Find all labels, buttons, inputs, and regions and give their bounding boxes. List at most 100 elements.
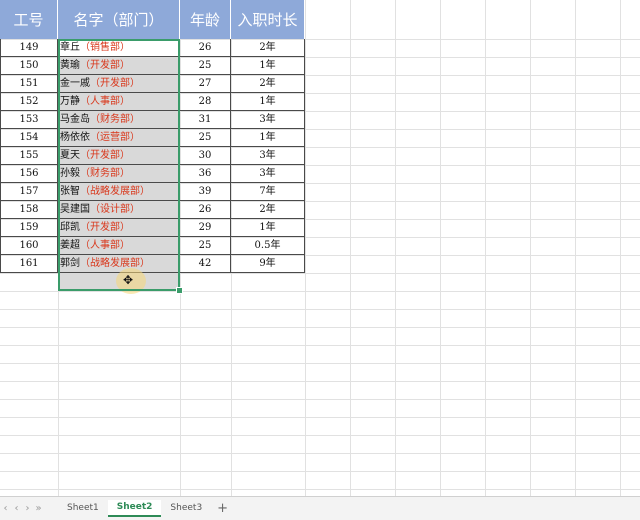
cell-id[interactable]: 159 (0, 219, 58, 237)
employee-name: 孙毅 (60, 168, 80, 179)
cell-tenure[interactable]: 1年 (231, 219, 305, 237)
gridline-horizontal (0, 327, 640, 328)
cell-age[interactable]: 27 (180, 75, 231, 93)
cell-name[interactable]: 张智（战略发展部） (58, 183, 180, 201)
cell-id[interactable]: 155 (0, 147, 58, 165)
table-row: 154 杨依依（运营部） 25 1年 (0, 129, 305, 147)
cell-age[interactable]: 31 (180, 111, 231, 129)
employee-name: 吴建国 (60, 204, 90, 215)
department-label: （开发部） (90, 78, 140, 89)
cell-tenure[interactable]: 2年 (231, 201, 305, 219)
department-label: （战略发展部） (80, 186, 150, 197)
cell-name[interactable]: 郭剑（战略发展部） (58, 255, 180, 273)
cell-id[interactable]: 150 (0, 57, 58, 75)
table-header: 工号 名字（部门） 年龄 入职时长 (0, 0, 305, 39)
cell-name[interactable]: 万静（人事部） (58, 93, 180, 111)
table-row: 155 夏天（开发部） 30 3年 (0, 147, 305, 165)
prev-sheet-icon[interactable]: ‹ (11, 503, 22, 514)
employee-name: 黄瑜 (60, 60, 80, 71)
department-label: （开发部） (80, 60, 130, 71)
table-row: 156 孙毅（财务部） 36 3年 (0, 165, 305, 183)
cell-name[interactable]: 马金岛（财务部） (58, 111, 180, 129)
table-row: 152 万静（人事部） 28 1年 (0, 93, 305, 111)
department-label: （运营部） (90, 132, 140, 143)
cell-id[interactable]: 152 (0, 93, 58, 111)
cell-age[interactable]: 39 (180, 183, 231, 201)
cell-name[interactable]: 黄瑜（开发部） (58, 57, 180, 75)
cell-name[interactable]: 孙毅（财务部） (58, 165, 180, 183)
cell-id[interactable]: 151 (0, 75, 58, 93)
cell-tenure[interactable]: 2年 (231, 75, 305, 93)
department-label: （财务部） (90, 114, 140, 125)
cell-age[interactable]: 30 (180, 147, 231, 165)
gridline-horizontal (0, 471, 640, 472)
header-name[interactable]: 名字（部门） (58, 0, 180, 39)
employee-name: 姜超 (60, 240, 80, 251)
sheet-tab-sheet1[interactable]: Sheet1 (58, 501, 108, 516)
cell-tenure[interactable]: 2年 (231, 39, 305, 57)
cell-name[interactable]: 姜超（人事部） (58, 237, 180, 255)
cell-age[interactable]: 25 (180, 57, 231, 75)
sheet-tab-sheet3[interactable]: Sheet3 (161, 501, 211, 516)
cell-tenure[interactable]: 3年 (231, 165, 305, 183)
gridline-horizontal (0, 489, 640, 490)
cell-id[interactable]: 160 (0, 237, 58, 255)
cell-age[interactable]: 25 (180, 237, 231, 255)
first-sheet-icon[interactable]: ‹ (0, 503, 11, 514)
cell-age[interactable]: 42 (180, 255, 231, 273)
cell-tenure[interactable]: 1年 (231, 57, 305, 75)
cell-tenure[interactable]: 3年 (231, 111, 305, 129)
department-label: （销售部） (80, 42, 130, 53)
table-row: 151 金一戚（开发部） 27 2年 (0, 75, 305, 93)
cell-name[interactable]: 夏天（开发部） (58, 147, 180, 165)
cell-id[interactable]: 149 (0, 39, 58, 57)
cell-name[interactable]: 章丘（销售部） (58, 39, 180, 57)
spreadsheet-grid[interactable]: 工号 名字（部门） 年龄 入职时长 149 章丘（销售部） 26 2年 150 黄瑜（开发部） 25… (0, 0, 640, 496)
employee-name: 章丘 (60, 42, 80, 53)
cell-tenure[interactable]: 7年 (231, 183, 305, 201)
cell-id[interactable]: 157 (0, 183, 58, 201)
cell-tenure[interactable]: 3年 (231, 147, 305, 165)
cell-age[interactable]: 26 (180, 39, 231, 57)
cell-id[interactable]: 161 (0, 255, 58, 273)
department-label: （财务部） (80, 168, 130, 179)
cell-id[interactable]: 158 (0, 201, 58, 219)
table-row: 149 章丘（销售部） 26 2年 (0, 39, 305, 57)
department-label: （人事部） (80, 96, 130, 107)
table-row: 159 邱凯（开发部） 29 1年 (0, 219, 305, 237)
sheet-tab-sheet2[interactable]: Sheet2 (107, 500, 162, 517)
cell-name[interactable]: 邱凯（开发部） (58, 219, 180, 237)
cell-id[interactable]: 156 (0, 165, 58, 183)
employee-name: 郭剑 (60, 258, 80, 269)
cell-tenure[interactable]: 1年 (231, 93, 305, 111)
cell-tenure[interactable]: 0.5年 (231, 237, 305, 255)
table-row: 161 郭剑（战略发展部） 42 9年 (0, 255, 305, 273)
cell-tenure[interactable]: 9年 (231, 255, 305, 273)
add-sheet-button[interactable]: + (217, 501, 228, 516)
cell-name[interactable]: 杨依依（运营部） (58, 129, 180, 147)
header-age[interactable]: 年龄 (180, 0, 231, 39)
next-sheet-icon[interactable]: › (22, 503, 33, 514)
cell-id[interactable]: 154 (0, 129, 58, 147)
last-sheet-icon[interactable]: » (33, 503, 44, 514)
cell-name[interactable]: 金一戚（开发部） (58, 75, 180, 93)
department-label: （开发部） (80, 222, 130, 233)
cell-id[interactable]: 153 (0, 111, 58, 129)
fill-handle[interactable] (176, 287, 183, 294)
cell-name[interactable]: 吴建国（设计部） (58, 201, 180, 219)
cell-age[interactable]: 26 (180, 201, 231, 219)
employee-name: 张智 (60, 186, 80, 197)
cell-age[interactable]: 29 (180, 219, 231, 237)
gridline-horizontal (0, 417, 640, 418)
employee-name: 邱凯 (60, 222, 80, 233)
department-label: （人事部） (80, 240, 130, 251)
cell-age[interactable]: 36 (180, 165, 231, 183)
header-id[interactable]: 工号 (0, 0, 58, 39)
header-tenure[interactable]: 入职时长 (231, 0, 305, 39)
cell-tenure[interactable]: 1年 (231, 129, 305, 147)
gridline-horizontal (0, 309, 640, 310)
employee-name: 金一戚 (60, 78, 90, 89)
cell-age[interactable]: 25 (180, 129, 231, 147)
cell-age[interactable]: 28 (180, 93, 231, 111)
department-label: （战略发展部） (80, 258, 150, 269)
